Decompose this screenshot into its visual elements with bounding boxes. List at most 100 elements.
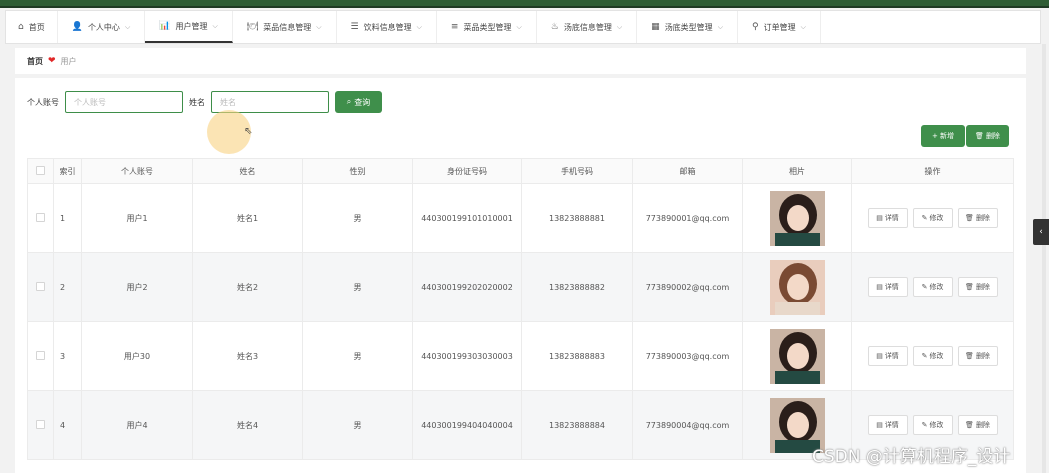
row-actions: ▤ 详情 ✎ 修改 🗑 删除 xyxy=(852,208,1013,228)
row-delete-button-label: 删除 xyxy=(975,352,990,360)
breadcrumb-home[interactable]: 首页 xyxy=(27,56,43,67)
detail-button-label: 详情 xyxy=(884,421,899,429)
top-bar xyxy=(0,0,1049,8)
nav-item-drink-info[interactable]: ☰ 饮料信息管理 ⌵ xyxy=(337,11,437,43)
cell-gender: 男 xyxy=(302,252,413,322)
select-all-checkbox[interactable] xyxy=(36,165,45,175)
cell-photo xyxy=(742,321,852,391)
column-header: 个人账号 xyxy=(81,158,193,184)
cell-name: 姓名4 xyxy=(192,390,303,460)
table-row: 3 用户30 姓名3 男 440300199303030003 13823888883 77… xyxy=(27,321,1014,391)
cell-photo xyxy=(742,252,852,322)
detail-button[interactable]: ▤ 详情 xyxy=(867,277,908,297)
column-header: 身份证号码 xyxy=(412,158,522,184)
edit-icon: ✎ xyxy=(921,421,928,429)
cell-index: 4 xyxy=(53,390,82,460)
column-header: 姓名 xyxy=(192,158,303,184)
main-nav: ⌂ 首页 👤 个人中心 ⌵ 📊 用户管理 ⌵ 🍽 菜品信息管理 ⌵ ☰ 饮料信息… xyxy=(5,10,1041,44)
cell-id-card: 440300199404040004 xyxy=(412,390,522,460)
delete-button-label: 删除 xyxy=(985,132,1000,140)
trash-icon: 🗑 xyxy=(965,421,974,429)
table-header-row: 索引 个人账号 姓名 性别 身份证号码 手机号码 邮箱 相片 操作 xyxy=(27,158,1014,184)
add-button[interactable]: + 新增 xyxy=(921,125,965,147)
user-photo xyxy=(769,259,825,315)
edit-button-label: 修改 xyxy=(929,352,944,360)
grid-icon: ▦ xyxy=(651,22,660,32)
cell-id-card: 440300199202020002 xyxy=(412,252,522,322)
nav-item-label: 首页 xyxy=(28,22,45,32)
person-icon: ⚲ xyxy=(752,22,759,32)
nav-item-label: 饮料信息管理 xyxy=(363,22,412,32)
edit-button[interactable]: ✎ 修改 xyxy=(912,277,953,297)
cell-email: 773890004@qq.com xyxy=(632,390,743,460)
detail-button[interactable]: ▤ 详情 xyxy=(867,346,908,366)
cell-phone: 13823888882 xyxy=(521,252,633,322)
chevron-down-icon: ⌵ xyxy=(124,22,131,31)
table-row: 1 用户1 姓名1 男 440300199101010001 13823888881 773… xyxy=(27,183,1014,253)
edit-button-label: 修改 xyxy=(929,214,944,222)
cell-actions: ▤ 详情 ✎ 修改 🗑 删除 xyxy=(851,321,1014,391)
row-checkbox[interactable] xyxy=(36,419,45,429)
query-button[interactable]: ⌕ 查询 xyxy=(335,91,382,113)
row-delete-button[interactable]: 🗑 删除 xyxy=(957,277,998,297)
vertical-scrollbar[interactable] xyxy=(1042,44,1046,473)
chevron-down-icon: ⌵ xyxy=(616,22,623,31)
nav-item-home[interactable]: ⌂ 首页 xyxy=(6,11,58,43)
row-delete-button[interactable]: 🗑 删除 xyxy=(957,208,998,228)
nav-item-broth-info[interactable]: ♨ 汤底信息管理 ⌵ xyxy=(537,11,638,43)
row-checkbox[interactable] xyxy=(36,350,45,360)
trash-icon: 🗑 xyxy=(965,352,974,360)
row-checkbox[interactable] xyxy=(36,281,45,291)
table-row: 2 用户2 姓名2 男 440300199202020002 13823888882 773… xyxy=(27,252,1014,322)
cell-account: 用户4 xyxy=(81,390,193,460)
detail-button-label: 详情 xyxy=(884,214,899,222)
row-checkbox[interactable] xyxy=(36,212,45,222)
nav-item-user-management[interactable]: 📊 用户管理 ⌵ xyxy=(145,11,233,43)
cell-account: 用户2 xyxy=(81,252,193,322)
row-delete-button-label: 删除 xyxy=(975,283,990,291)
row-actions: ▤ 详情 ✎ 修改 🗑 删除 xyxy=(852,346,1013,366)
nav-item-dish-info[interactable]: 🍽 菜品信息管理 ⌵ xyxy=(233,11,337,43)
watermark: CSDN @计算机程序_设计 xyxy=(812,447,1011,467)
nav-item-order-management[interactable]: ⚲ 订单管理 ⌵ xyxy=(738,11,821,43)
nav-item-personal-center[interactable]: 👤 个人中心 ⌵ xyxy=(58,11,146,43)
nav-item-broth-type[interactable]: ▦ 汤底类型管理 ⌵ xyxy=(637,11,738,43)
select-all-cell xyxy=(27,158,54,184)
edit-button-label: 修改 xyxy=(929,421,944,429)
search-form: 个人账号 个人账号 姓名 姓名 ⌕ 查询 xyxy=(27,91,382,113)
cell-gender: 男 xyxy=(302,183,413,253)
row-actions: ▤ 详情 ✎ 修改 🗑 删除 xyxy=(852,277,1013,297)
account-label: 个人账号 xyxy=(27,97,59,107)
cell-phone: 13823888884 xyxy=(521,390,633,460)
cell-name: 姓名3 xyxy=(192,321,303,391)
nav-item-label: 汤底类型管理 xyxy=(664,22,713,32)
user-photo xyxy=(769,328,825,384)
user-icon: 👤 xyxy=(71,22,83,32)
detail-button-label: 详情 xyxy=(884,283,899,291)
cell-phone: 13823888881 xyxy=(521,183,633,253)
list-icon: ≡ xyxy=(450,22,459,32)
chevron-down-icon: ⌵ xyxy=(800,22,806,31)
nav-item-label: 订单管理 xyxy=(763,22,796,32)
delete-button[interactable]: 🗑 删除 xyxy=(966,125,1009,147)
cell-gender: 男 xyxy=(302,390,413,460)
edit-button[interactable]: ✎ 修改 xyxy=(912,415,953,435)
collapse-handle[interactable]: ‹ xyxy=(1033,219,1049,245)
row-delete-button[interactable]: 🗑 删除 xyxy=(957,346,998,366)
account-input[interactable]: 个人账号 xyxy=(65,91,183,113)
detail-button[interactable]: ▤ 详情 xyxy=(867,415,908,435)
breadcrumb: 首页 ❤ 用户 xyxy=(15,48,1026,74)
mouse-cursor-icon: ⇖ xyxy=(244,126,253,137)
heart-icon: ❤ xyxy=(48,56,56,66)
content-panel: 个人账号 个人账号 姓名 姓名 ⌕ 查询 + 新增 🗑 删除 索引 个人账号 姓… xyxy=(15,78,1026,473)
cell-email: 773890001@qq.com xyxy=(632,183,743,253)
nav-item-dish-type[interactable]: ≡ 菜品类型管理 ⌵ xyxy=(437,11,537,43)
row-delete-button[interactable]: 🗑 删除 xyxy=(957,415,998,435)
column-header: 相片 xyxy=(742,158,852,184)
edit-button[interactable]: ✎ 修改 xyxy=(912,208,953,228)
detail-button[interactable]: ▤ 详情 xyxy=(867,208,908,228)
trash-icon: 🗑 xyxy=(965,214,974,222)
chevron-left-icon: ‹ xyxy=(1039,227,1043,237)
chevron-down-icon: ⌵ xyxy=(212,21,218,30)
edit-button[interactable]: ✎ 修改 xyxy=(912,346,953,366)
